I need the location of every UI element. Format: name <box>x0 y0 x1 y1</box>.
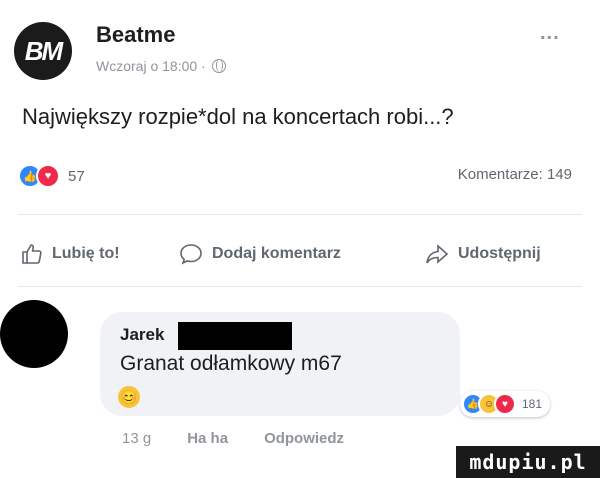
like-button[interactable]: Lubię to! <box>20 242 120 266</box>
comment-reaction-count: 181 <box>522 397 543 411</box>
comment-time[interactable]: 13 g <box>122 430 151 447</box>
watermark-logo: mdupiu.pl <box>456 446 600 478</box>
like-label: Lubię to! <box>52 245 120 262</box>
reactions-summary[interactable]: 👍 ♥ 57 <box>18 164 85 188</box>
post-meta: Wczoraj o 18:00 · <box>96 58 226 74</box>
comment-author[interactable]: Jarek <box>120 325 164 345</box>
reaction-count: 57 <box>68 167 85 185</box>
love-reaction-icon: ♥ <box>494 393 516 415</box>
love-reaction-icon: ♥ <box>36 164 60 188</box>
comment-button[interactable]: Dodaj komentarz <box>178 242 341 266</box>
comment-reactions[interactable]: 👍 ☺ ♥ 181 <box>460 391 551 417</box>
divider <box>18 286 582 287</box>
share-arrow-icon <box>424 242 450 266</box>
comment-label: Dodaj komentarz <box>212 245 341 262</box>
thumbs-up-icon <box>20 242 44 266</box>
share-label: Udostępnij <box>458 245 541 262</box>
redaction-bar <box>178 322 292 350</box>
page-avatar[interactable]: BM <box>14 22 72 80</box>
reply-button[interactable]: Odpowiedz <box>264 430 344 447</box>
comments-count[interactable]: Komentarze: 149 <box>458 166 572 183</box>
post-author[interactable]: Beatme <box>96 22 175 48</box>
comment-footer: 13 g Ha ha Odpowiedz <box>122 430 344 447</box>
globe-icon <box>211 59 226 73</box>
haha-button[interactable]: Ha ha <box>187 430 228 447</box>
share-button[interactable]: Udostępnij <box>424 242 541 266</box>
post-text: Największy rozpie*dol na koncertach robi… <box>22 104 454 129</box>
avatar-logo-text: BM <box>24 35 63 66</box>
post-timestamp[interactable]: Wczoraj o 18:00 · <box>96 58 206 74</box>
speech-bubble-icon <box>178 242 204 266</box>
smile-emoji-icon: 😊 <box>118 386 140 408</box>
commenter-avatar[interactable] <box>0 300 68 368</box>
comment-text: Granat odłamkowy m67 <box>120 352 342 375</box>
more-options-button[interactable]: ... <box>540 22 560 45</box>
divider <box>18 214 582 215</box>
